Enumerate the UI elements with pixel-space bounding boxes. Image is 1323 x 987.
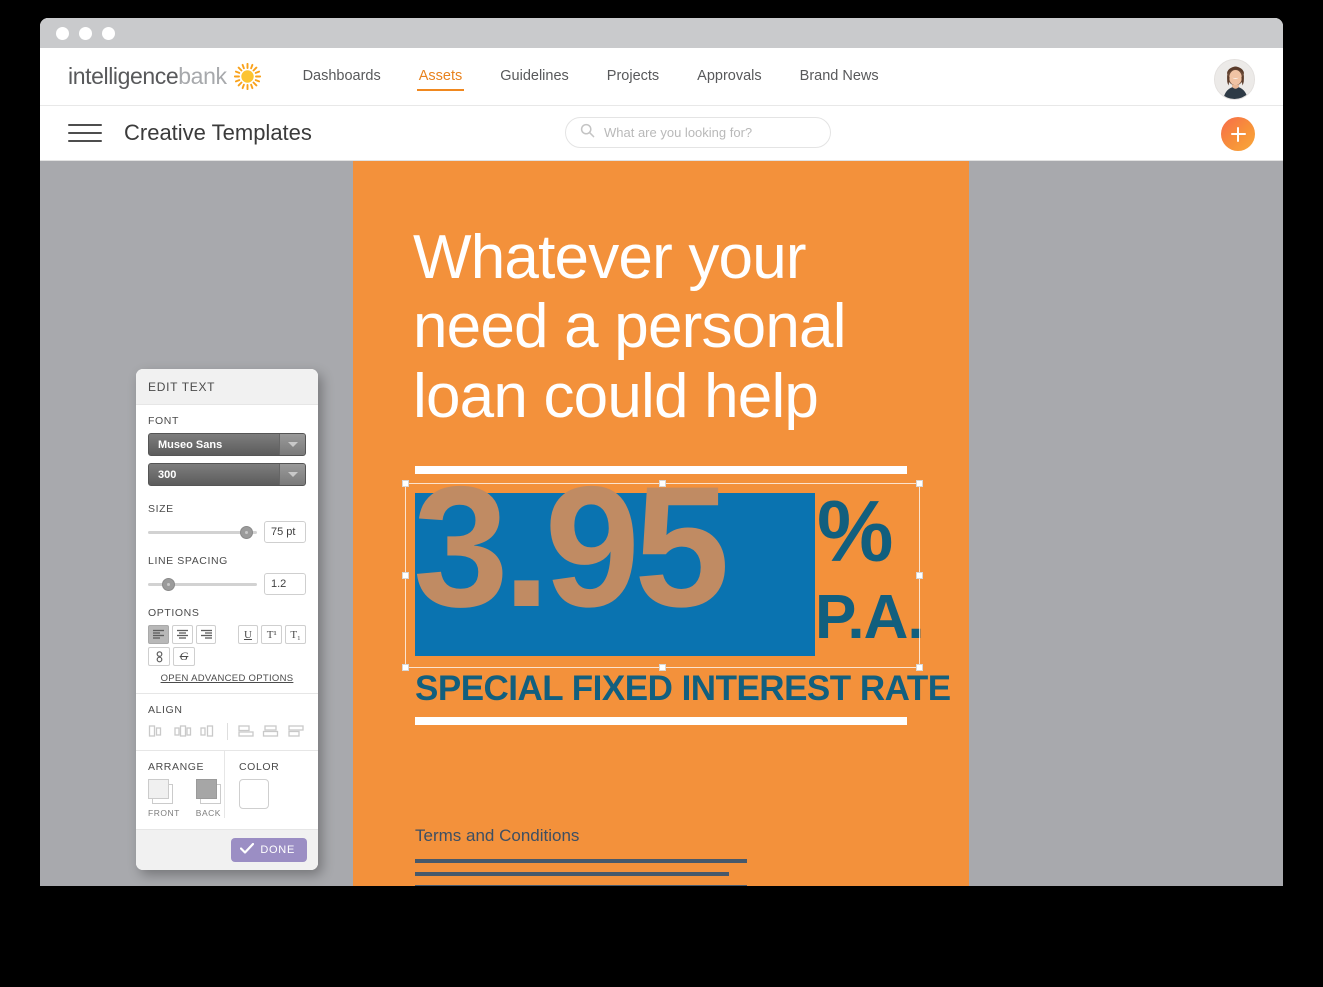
window-close-dot[interactable] (56, 26, 69, 40)
terms-title[interactable]: Terms and Conditions (415, 826, 579, 846)
editor-canvas: Whatever your need a personal loan could… (40, 161, 1283, 886)
chevron-down-icon (279, 434, 305, 455)
line-spacing-slider[interactable] (148, 577, 257, 591)
resize-handle-top-right[interactable] (916, 480, 923, 487)
align-right-icon[interactable] (195, 625, 217, 644)
top-navigation-bar: intelligence bank Dashboards Assets Guid… (40, 48, 1283, 106)
resize-handle-top-center[interactable] (658, 480, 666, 487)
hamburger-menu-icon[interactable] (68, 124, 102, 142)
underline-icon[interactable]: U (237, 625, 259, 644)
size-section: SIZE 75 pt (136, 493, 318, 543)
resize-handle-bottom-left[interactable] (402, 664, 409, 671)
align-object-bottom-icon[interactable] (286, 722, 306, 741)
nav-link-brand-news[interactable]: Brand News (798, 62, 881, 91)
sun-icon (233, 62, 261, 91)
check-icon (240, 842, 255, 857)
color-label: COLOR (239, 761, 280, 773)
resize-handle-middle-left[interactable] (402, 571, 409, 579)
line-spacing-section: LINE SPACING 1.2 (136, 545, 318, 595)
back-label: BACK (195, 808, 221, 818)
app-logo[interactable]: intelligence bank (68, 62, 261, 91)
panel-footer: DONE (136, 829, 318, 870)
window-maximize-dot[interactable] (102, 26, 115, 40)
nav-link-approvals[interactable]: Approvals (695, 62, 763, 91)
arrange-section: ARRANGE FRONT BACK (136, 751, 224, 818)
poster-headline[interactable]: Whatever your need a personal loan could… (413, 223, 943, 431)
logo-text-secondary: bank (178, 63, 227, 89)
nav-link-projects[interactable]: Projects (605, 62, 661, 91)
align-label: ALIGN (148, 704, 183, 716)
superscript-icon[interactable]: T¹ (261, 625, 283, 644)
terms-placeholder-line (415, 872, 729, 876)
page-toolbar: Creative Templates What are you looking … (40, 106, 1283, 161)
browser-window: intelligence bank Dashboards Assets Guid… (40, 18, 1283, 886)
logo-text-primary: intelligence (68, 63, 179, 89)
edit-text-panel: EDIT TEXT FONT Museo Sans 300 SIZE 75 pt… (136, 369, 318, 870)
front-label: FRONT (148, 808, 180, 818)
align-object-left-icon[interactable] (148, 722, 168, 741)
align-center-icon[interactable] (171, 625, 193, 644)
send-to-back-button[interactable]: BACK (195, 779, 224, 818)
nav-links: Dashboards Assets Guidelines Projects Ap… (301, 62, 881, 91)
resize-handle-middle-right[interactable] (916, 571, 923, 579)
options-section: OPTIONS U T¹ T₁ G OPEN ADVANCED OPTIONS (136, 597, 318, 684)
terms-placeholder-line (415, 885, 747, 886)
font-section: FONT Museo Sans 300 (136, 405, 318, 486)
chevron-down-icon (279, 464, 305, 485)
size-slider-knob[interactable] (239, 525, 253, 539)
nav-link-dashboards[interactable]: Dashboards (301, 62, 383, 91)
align-left-icon[interactable] (148, 625, 169, 644)
font-family-value: Museo Sans (158, 438, 223, 451)
panel-title: EDIT TEXT (136, 369, 318, 405)
send-to-back-icon (195, 779, 224, 805)
align-object-middle-icon[interactable] (261, 722, 281, 741)
line-spacing-value-field[interactable]: 1.2 (264, 573, 306, 595)
font-weight-value: 300 (158, 468, 177, 481)
strikethrough-g-icon[interactable]: G (173, 647, 195, 666)
size-value-field[interactable]: 75 pt (264, 521, 306, 543)
avatar[interactable] (1214, 59, 1255, 100)
align-object-right-icon[interactable] (198, 722, 218, 741)
terms-placeholder-line (415, 859, 747, 863)
line-spacing-label: LINE SPACING (148, 555, 228, 567)
font-weight-dropdown[interactable]: 300 (148, 463, 306, 486)
search-input[interactable]: What are you looking for? (565, 117, 831, 148)
resize-handle-top-left[interactable] (402, 480, 409, 487)
rate-subtext[interactable]: SPECIAL FIXED INTEREST RATE (415, 669, 951, 709)
search-icon (580, 123, 595, 143)
nav-link-guidelines[interactable]: Guidelines (498, 62, 571, 91)
nav-link-assets[interactable]: Assets (416, 62, 465, 91)
bring-to-front-icon (148, 779, 176, 805)
align-object-top-icon[interactable] (236, 722, 256, 741)
search-placeholder: What are you looking for? (604, 125, 753, 140)
done-label: DONE (260, 844, 295, 856)
selection-bounding-box (402, 480, 923, 671)
subscript-icon[interactable]: T₁ (285, 625, 307, 644)
size-slider[interactable] (148, 525, 257, 539)
line-spacing-slider-knob[interactable] (162, 577, 176, 591)
link-icon[interactable] (148, 647, 170, 666)
open-advanced-options-link[interactable]: OPEN ADVANCED OPTIONS (148, 673, 306, 684)
arrange-label: ARRANGE (148, 761, 205, 773)
font-family-dropdown[interactable]: Museo Sans (148, 433, 306, 456)
poster-artboard[interactable]: Whatever your need a personal loan could… (353, 161, 969, 886)
align-divider (226, 723, 228, 740)
window-minimize-dot[interactable] (79, 26, 92, 40)
color-section: COLOR (224, 751, 318, 818)
bring-to-front-button[interactable]: FRONT (148, 779, 180, 818)
font-label: FONT (148, 415, 179, 427)
align-section: ALIGN (136, 694, 318, 741)
color-swatch[interactable] (239, 779, 269, 809)
add-button[interactable] (1221, 117, 1255, 151)
align-object-center-icon[interactable] (173, 722, 193, 741)
page-title: Creative Templates (124, 120, 312, 145)
arrange-color-row: ARRANGE FRONT BACK COLOR (136, 751, 318, 818)
window-titlebar (40, 18, 1283, 48)
done-button[interactable]: DONE (231, 838, 307, 862)
size-label: SIZE (148, 503, 174, 515)
rate-text-object[interactable]: 3.95 % P.A. (402, 461, 925, 671)
options-label: OPTIONS (148, 607, 200, 619)
divider-rule-bottom (415, 717, 907, 725)
